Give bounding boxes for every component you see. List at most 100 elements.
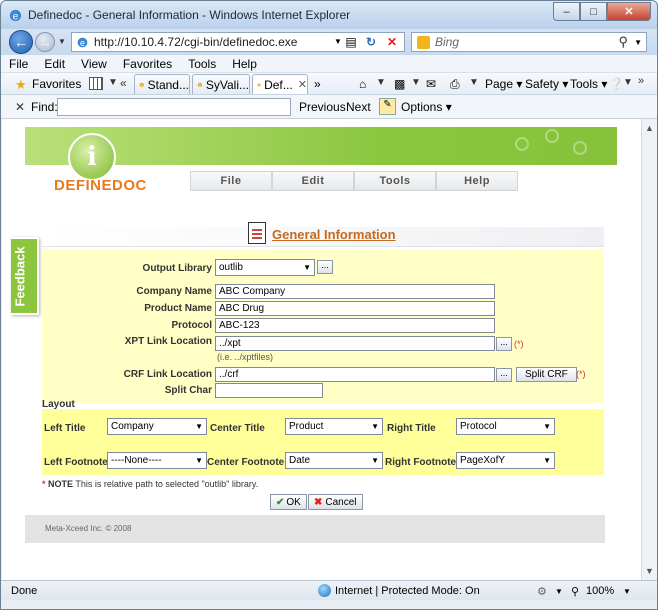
close-find-icon[interactable]: ✕: [15, 100, 25, 114]
maximize-button[interactable]: □: [580, 2, 607, 21]
site-nav-help[interactable]: Help: [436, 171, 518, 191]
zone-chevron-icon[interactable]: ▼: [555, 587, 563, 596]
feeds-chevron-icon[interactable]: ▼: [411, 77, 421, 88]
search-placeholder[interactable]: Bing: [435, 35, 459, 49]
search-options-chevron-icon[interactable]: ▼: [634, 38, 642, 47]
help-chevron-icon[interactable]: ▼: [623, 77, 633, 88]
minimize-button[interactable]: ‒: [553, 2, 580, 21]
split-crf-button[interactable]: Split CRF: [516, 367, 577, 382]
left-title-value: Company: [111, 421, 154, 432]
menu-edit[interactable]: Edit: [36, 55, 73, 72]
banner-decoration: [515, 137, 529, 151]
output-library-select[interactable]: outlib ▼: [215, 259, 315, 276]
scroll-down-icon[interactable]: ▼: [645, 566, 654, 576]
safety-menu[interactable]: Safety ▾: [525, 77, 568, 91]
banner-decoration: [545, 129, 559, 143]
site-nav-tools[interactable]: Tools: [354, 171, 436, 191]
help-icon[interactable]: ❔: [609, 77, 624, 91]
favorites-star-icon[interactable]: ★: [15, 77, 27, 93]
find-bar: ✕ Find: Previous Next ✎ Options ▾: [1, 95, 657, 119]
ok-button[interactable]: ✔ OK: [270, 494, 307, 510]
find-input[interactable]: [57, 98, 291, 116]
zoom-level[interactable]: 100%: [586, 585, 614, 597]
home-chevron-icon[interactable]: ▼: [376, 77, 386, 88]
site-nav-edit[interactable]: Edit: [272, 171, 354, 191]
close-button[interactable]: ✕: [607, 2, 651, 21]
page-content: i DEFINEDOC File Edit Tools Help General…: [2, 119, 641, 580]
company-name-label: Company Name: [136, 286, 212, 297]
print-chevron-icon[interactable]: ▼: [469, 77, 479, 88]
protected-mode-icon[interactable]: ⚙: [537, 585, 547, 598]
tab-definedoc[interactable]: e Def... ✕: [252, 74, 308, 94]
window-title: Definedoc - General Information - Window…: [28, 8, 351, 22]
svg-text:e: e: [13, 11, 19, 22]
right-title-select[interactable]: Protocol ▼: [456, 418, 555, 435]
cancel-button[interactable]: ✖ Cancel: [308, 494, 363, 510]
search-box[interactable]: Bing ⚲ ▼: [411, 32, 647, 52]
find-previous-button[interactable]: Previous: [299, 100, 346, 114]
feeds-icon[interactable]: ▩: [394, 77, 405, 91]
chevron-down-icon: ▼: [371, 456, 379, 465]
menu-bar: File Edit View Favorites Tools Help: [1, 55, 657, 73]
find-next-button[interactable]: Next: [346, 100, 371, 114]
scroll-up-icon[interactable]: ▲: [645, 123, 654, 133]
page-menu[interactable]: Page ▾: [485, 77, 522, 91]
left-title-select[interactable]: Company ▼: [107, 418, 207, 435]
print-icon[interactable]: ⎙: [450, 77, 460, 92]
chevron-down-icon: ▼: [195, 456, 203, 465]
forward-button[interactable]: →: [35, 32, 55, 52]
site-nav-file[interactable]: File: [190, 171, 272, 191]
center-title-select[interactable]: Product ▼: [285, 418, 383, 435]
recent-pages-chevron-icon[interactable]: ▼: [58, 37, 66, 46]
tabs-scroll-left-icon[interactable]: «: [120, 76, 127, 90]
output-library-browse-button[interactable]: ...: [317, 260, 333, 274]
crf-link-browse-button[interactable]: ...: [496, 368, 512, 382]
left-footnote-select[interactable]: ----None---- ▼: [107, 452, 207, 469]
center-footnote-select[interactable]: Date ▼: [285, 452, 383, 469]
status-text: Done: [11, 585, 38, 597]
crf-link-field[interactable]: ../crf: [215, 367, 495, 382]
menu-view[interactable]: View: [73, 55, 115, 72]
menu-help[interactable]: Help: [224, 55, 265, 72]
compatibility-view-icon[interactable]: ▤: [343, 34, 359, 50]
address-dropdown-icon[interactable]: ▼: [334, 37, 342, 46]
document-icon: [248, 222, 266, 244]
company-name-field[interactable]: ABC Company: [215, 284, 495, 299]
home-icon[interactable]: ⌂: [359, 77, 366, 91]
tabs-overflow-button[interactable]: »: [314, 77, 321, 91]
zoom-icon[interactable]: ⚲: [571, 585, 579, 598]
page-title[interactable]: General Information: [272, 227, 396, 242]
close-tab-icon[interactable]: ✕: [298, 78, 307, 91]
tab-list-chevron-icon[interactable]: ▼: [108, 77, 118, 88]
favorites-button[interactable]: Favorites: [32, 77, 81, 91]
find-options-button[interactable]: Options ▾: [401, 100, 452, 114]
zoom-chevron-icon[interactable]: ▼: [623, 587, 631, 596]
split-char-field[interactable]: [215, 383, 323, 398]
tools-menu[interactable]: Tools ▾: [570, 77, 607, 91]
toolbar-overflow-icon[interactable]: »: [638, 75, 644, 87]
read-mail-icon[interactable]: ✉: [426, 77, 436, 91]
feedback-tab[interactable]: Feedback: [11, 237, 39, 315]
refresh-icon[interactable]: ↻: [363, 34, 379, 50]
tab-syvali[interactable]: e SyVali...: [192, 74, 250, 94]
crf-required-marker: (*): [576, 369, 586, 379]
stop-icon[interactable]: ✕: [384, 34, 400, 50]
product-name-field[interactable]: ABC Drug: [215, 301, 495, 316]
back-button[interactable]: ←: [9, 30, 33, 54]
xpt-link-field[interactable]: ../xpt: [215, 336, 495, 351]
vertical-scrollbar[interactable]: ▲ ▼: [641, 119, 657, 580]
search-icon[interactable]: ⚲: [618, 34, 628, 50]
menu-tools[interactable]: Tools: [180, 55, 224, 72]
quick-tabs-icon[interactable]: [89, 77, 103, 90]
menu-favorites[interactable]: Favorites: [115, 55, 180, 72]
security-zone[interactable]: Internet | Protected Mode: On: [335, 585, 480, 597]
menu-file[interactable]: File: [1, 55, 36, 72]
xpt-link-browse-button[interactable]: ...: [496, 337, 512, 351]
highlight-matches-icon[interactable]: ✎: [379, 98, 396, 115]
url-text[interactable]: http://10.10.4.72/cgi-bin/definedoc.exe: [94, 35, 297, 49]
right-footnote-select[interactable]: PageXofY ▼: [456, 452, 555, 469]
site-footer: Meta-Xceed Inc. © 2008: [25, 515, 605, 543]
site-nav: File Edit Tools Help: [190, 171, 520, 191]
tab-standards[interactable]: e Stand...: [134, 74, 190, 94]
protocol-field[interactable]: ABC-123: [215, 318, 495, 333]
